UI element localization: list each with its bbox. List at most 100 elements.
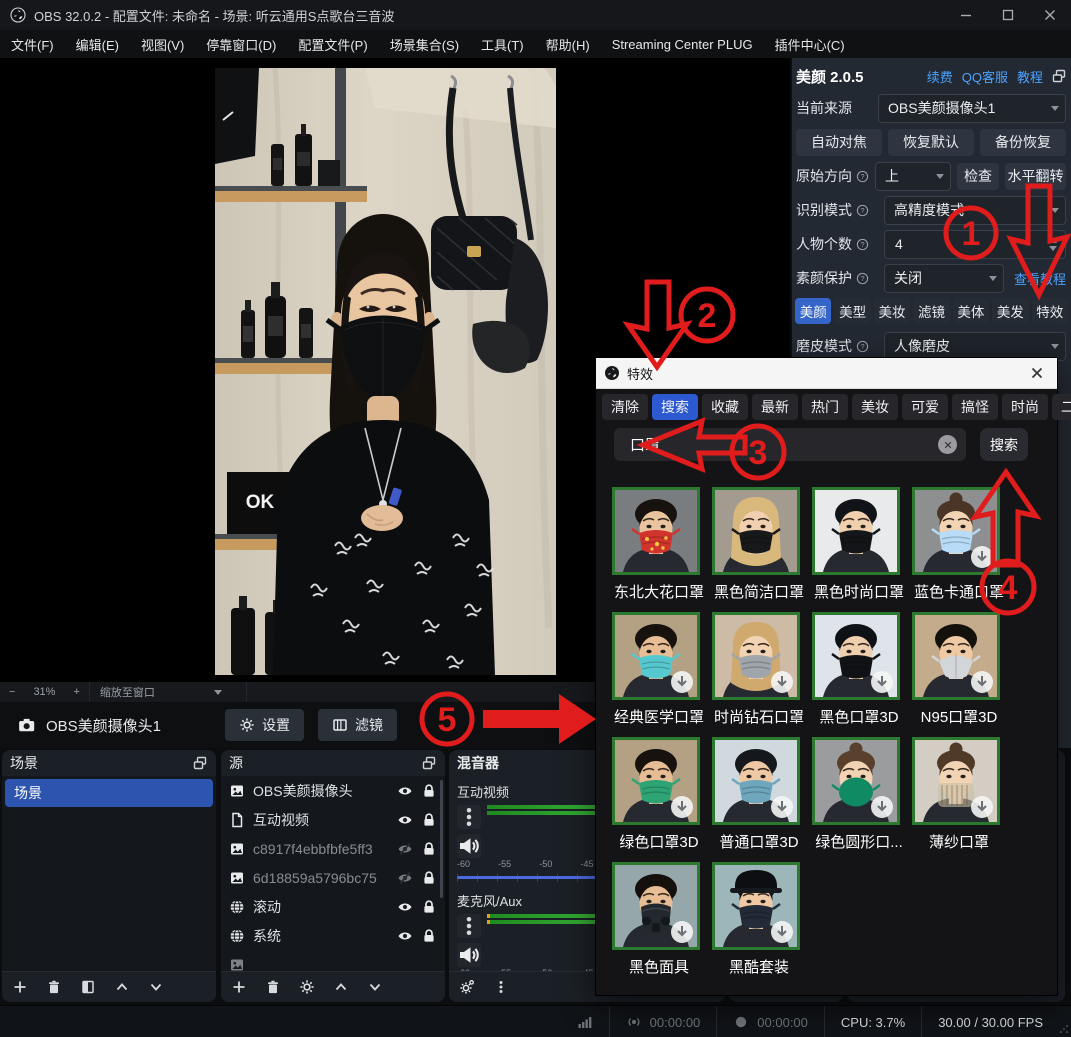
mixer-menu-button[interactable]: [493, 979, 509, 995]
backup-restore-button[interactable]: 备份恢复: [980, 129, 1066, 156]
lock-icon[interactable]: [421, 841, 437, 857]
beauty-tab-美型[interactable]: 美型: [834, 298, 870, 324]
source-row-滚动[interactable]: 滚动: [221, 892, 445, 921]
effect-item-N95口罩3D[interactable]: N95口罩3D: [912, 612, 1006, 727]
lock-icon[interactable]: [421, 783, 437, 799]
sources-scrollbar[interactable]: [440, 780, 443, 898]
effect-item-黑色简洁口罩[interactable]: 黑色简洁口罩: [712, 487, 806, 602]
menu-item-9[interactable]: Streaming Center PLUG: [601, 30, 764, 58]
beauty-link-3[interactable]: 教程: [1017, 67, 1043, 86]
lock-icon[interactable]: [421, 812, 437, 828]
menu-item-6[interactable]: 场景集合(S): [379, 30, 470, 58]
lock-icon[interactable]: [421, 899, 437, 915]
channel-menu-button[interactable]: [457, 914, 481, 938]
beauty-tab-美发[interactable]: 美发: [992, 298, 1028, 324]
effect-thumbnail[interactable]: [812, 487, 900, 575]
remove-source-button[interactable]: [265, 979, 281, 995]
eye-icon[interactable]: [397, 812, 413, 828]
lock-icon[interactable]: [421, 870, 437, 886]
fit-caret[interactable]: [190, 686, 246, 698]
effect-thumbnail-downloadable[interactable]: [912, 737, 1000, 825]
menu-item-7[interactable]: 工具(T): [470, 30, 535, 58]
beauty-link-2[interactable]: QQ客服: [962, 67, 1008, 86]
eye-off-icon[interactable]: [397, 870, 413, 886]
effect-thumbnail-downloadable[interactable]: [912, 612, 1000, 700]
beauty-tab-滤镜[interactable]: 滤镜: [913, 298, 949, 324]
effect-item-时尚钻石口罩[interactable]: 时尚钻石口罩: [712, 612, 806, 727]
zoom-in-button[interactable]: +: [64, 686, 88, 698]
smooth-mode-select[interactable]: 人像磨皮: [884, 332, 1066, 361]
effect-thumbnail-downloadable[interactable]: [912, 487, 1000, 575]
effect-item-薄纱口罩[interactable]: 薄纱口罩: [912, 737, 1006, 852]
menu-item-8[interactable]: 帮助(H): [535, 30, 601, 58]
current-source-select[interactable]: OBS美颜摄像头1: [878, 94, 1066, 123]
add-source-button[interactable]: [231, 979, 247, 995]
protect-select[interactable]: 关闭: [884, 264, 1004, 293]
menu-item-5[interactable]: 配置文件(P): [287, 30, 378, 58]
menu-item-4[interactable]: 停靠窗口(D): [195, 30, 287, 58]
restore-default-button[interactable]: 恢复默认: [888, 129, 974, 156]
advanced-audio-button[interactable]: [459, 979, 475, 995]
effect-item-蓝色卡通口罩[interactable]: 蓝色卡通口罩: [912, 487, 1006, 602]
orientation-select[interactable]: 上: [875, 162, 951, 191]
effect-item-绿色圆形口...[interactable]: 绿色圆形口...: [812, 737, 906, 852]
minimize-button[interactable]: [945, 0, 987, 30]
effect-thumbnail-downloadable[interactable]: [612, 612, 700, 700]
scene-item-场景[interactable]: 场景: [5, 779, 213, 807]
move-down-button[interactable]: [148, 979, 164, 995]
stepper-arrows[interactable]: [1044, 238, 1065, 251]
effect-item-绿色口罩3D[interactable]: 绿色口罩3D: [612, 737, 706, 852]
effect-thumbnail-downloadable[interactable]: [612, 737, 700, 825]
effect-item-黑色面具[interactable]: 黑色面具: [612, 862, 706, 977]
source-row-系统[interactable]: 系统: [221, 921, 445, 950]
eye-icon[interactable]: [397, 928, 413, 944]
eye-icon[interactable]: [397, 899, 413, 915]
beauty-tab-美颜[interactable]: 美颜: [795, 298, 831, 324]
maximize-button[interactable]: [987, 0, 1029, 30]
source-row-OBS美颜摄像头[interactable]: OBS美颜摄像头: [221, 776, 445, 805]
effect-item-东北大花口罩[interactable]: 东北大花口罩: [612, 487, 706, 602]
source-row-互动视频[interactable]: 互动视频: [221, 805, 445, 834]
filters-button[interactable]: 滤镜: [318, 709, 397, 741]
zoom-out-button[interactable]: −: [0, 686, 24, 698]
effect-thumbnail-downloadable[interactable]: [612, 862, 700, 950]
fit-to-window-select[interactable]: 缩放至窗口: [90, 684, 190, 700]
add-scene-button[interactable]: [12, 979, 28, 995]
effect-thumbnail-downloadable[interactable]: [812, 612, 900, 700]
source-properties-button[interactable]: [299, 979, 315, 995]
close-button[interactable]: [1029, 0, 1071, 30]
move-up-button[interactable]: [114, 979, 130, 995]
effect-item-黑酷套装[interactable]: 黑酷套装: [712, 862, 806, 977]
menu-item-10[interactable]: 插件中心(C): [764, 30, 856, 58]
remove-scene-button[interactable]: [46, 979, 62, 995]
source-row-6d18859a5796bc75[interactable]: 6d18859a5796bc75: [221, 863, 445, 892]
menu-item-1[interactable]: 文件(F): [0, 30, 65, 58]
autofocus-button[interactable]: 自动对焦: [796, 129, 882, 156]
effect-item-黑色口罩3D[interactable]: 黑色口罩3D: [812, 612, 906, 727]
popout-icon[interactable]: [1051, 68, 1067, 84]
effect-thumbnail-downloadable[interactable]: [712, 737, 800, 825]
channel-menu-button[interactable]: [457, 805, 481, 829]
eye-icon[interactable]: [397, 783, 413, 799]
move-up-button[interactable]: [333, 979, 349, 995]
effect-thumbnail-downloadable[interactable]: [712, 862, 800, 950]
beauty-link-1[interactable]: 续费: [927, 67, 953, 86]
popout-icon[interactable]: [192, 755, 208, 771]
effect-thumbnail[interactable]: [612, 487, 700, 575]
menu-item-2[interactable]: 编辑(E): [65, 30, 130, 58]
resize-grip[interactable]: [1059, 1024, 1069, 1034]
horizontal-flip-button[interactable]: 水平翻转: [1005, 163, 1066, 190]
mute-button[interactable]: [457, 943, 481, 967]
view-tutorial-link[interactable]: 查看教程: [1014, 269, 1066, 288]
beauty-tab-美妆[interactable]: 美妆: [874, 298, 910, 324]
mute-button[interactable]: [457, 834, 481, 858]
lock-icon[interactable]: [421, 928, 437, 944]
effect-thumbnail[interactable]: [712, 487, 800, 575]
move-down-button[interactable]: [367, 979, 383, 995]
settings-button[interactable]: 设置: [225, 709, 304, 741]
source-row-c8917f4ebbfbfe5ff3[interactable]: c8917f4ebbfbfe5ff3: [221, 834, 445, 863]
detect-mode-select[interactable]: 高精度模式: [884, 196, 1066, 225]
menu-item-3[interactable]: 视图(V): [130, 30, 195, 58]
beauty-tab-特效[interactable]: 特效: [1032, 298, 1068, 324]
popout-icon[interactable]: [421, 755, 437, 771]
